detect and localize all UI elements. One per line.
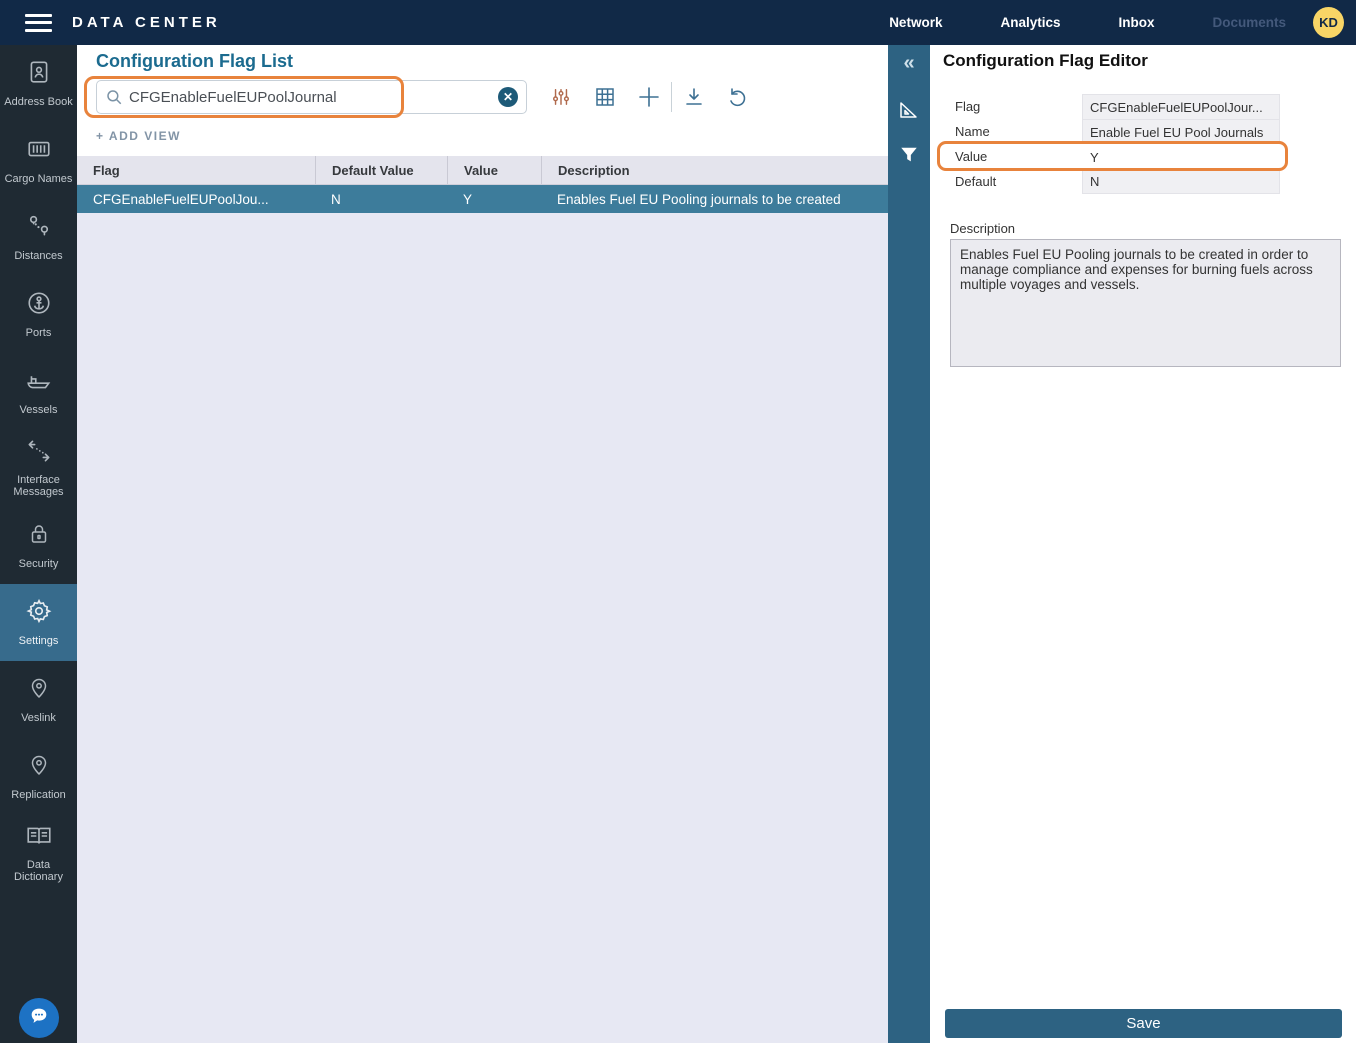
sidebar-item-distances[interactable]: Distances [0,199,77,276]
sidebar-item-label: Distances [3,250,75,262]
sidebar: Address Book Cargo Names Distances Ports [0,45,77,1043]
chat-bubble-button[interactable] [19,998,59,1038]
download-icon[interactable] [672,86,716,108]
description-textarea[interactable]: Enables Fuel EU Pooling journals to be c… [950,239,1341,367]
chat-bubble-icon [28,1005,50,1032]
nav-network[interactable]: Network [889,15,942,30]
table-header-row: Flag Default Value Value Description [77,156,888,185]
field-label: Name [930,124,1082,139]
nav-inbox[interactable]: Inbox [1118,15,1154,30]
top-bar: DATA CENTER Network Analytics Inbox Docu… [0,0,1356,45]
lock-icon [27,521,51,552]
search-box: ✕ [96,80,527,114]
sidebar-item-veslink[interactable]: Veslink [0,661,77,738]
cell-default-value: N [315,185,447,213]
sidebar-item-data-dictionary[interactable]: Data Dictionary [0,815,77,892]
add-view-link[interactable]: + ADD VIEW [96,129,181,143]
column-header-description[interactable]: Description [541,156,888,184]
exchange-arrows-icon [25,439,53,468]
field-row-name: Name Enable Fuel EU Pool Journals [930,119,1356,144]
clear-search-icon[interactable]: ✕ [498,87,518,107]
sidebar-item-label: Veslink [3,712,75,724]
sidebar-item-vessels[interactable]: Vessels [0,353,77,430]
gear-icon [26,598,52,629]
address-book-icon [26,59,52,90]
list-toolbar [539,80,760,114]
nav-analytics[interactable]: Analytics [1000,15,1060,30]
column-header-value[interactable]: Value [447,156,541,184]
search-icon [105,88,123,106]
cargo-container-icon [26,136,52,167]
column-header-default-value[interactable]: Default Value [315,156,447,184]
add-plus-icon[interactable] [627,85,671,109]
search-input[interactable] [129,89,498,106]
undo-icon[interactable] [716,86,760,108]
sidebar-item-ports[interactable]: Ports [0,276,77,353]
table-row[interactable]: CFGEnableFuelEUPoolJou... N Y Enables Fu… [77,185,888,213]
set-square-ruler-icon[interactable] [898,99,920,121]
field-row-default: Default N [930,169,1356,194]
value-field[interactable]: Y [1082,144,1280,169]
default-field: N [1082,169,1280,194]
configuration-flag-editor-panel: Configuration Flag Editor Flag CFGEnable… [930,45,1356,1043]
top-nav: Network Analytics Inbox Documents [889,15,1286,30]
sidebar-item-label: Replication [3,789,75,801]
field-label: Flag [930,99,1082,114]
field-row-flag: Flag CFGEnableFuelEUPoolJour... [930,94,1356,119]
sidebar-item-label: Security [3,558,75,570]
sidebar-item-security[interactable]: Security [0,507,77,584]
open-book-icon [25,824,53,853]
cell-value: Y [447,185,541,213]
list-panel-title: Configuration Flag List [96,51,293,72]
ship-icon [25,367,53,398]
flag-field: CFGEnableFuelEUPoolJour... [1082,94,1280,119]
nav-documents[interactable]: Documents [1212,15,1286,30]
sidebar-item-label: Settings [3,635,75,647]
panel-splitter: « [888,45,930,1043]
sidebar-item-settings[interactable]: Settings [0,584,77,661]
distances-icon [26,213,52,244]
location-pin-icon [27,675,51,706]
save-button[interactable]: Save [945,1009,1342,1038]
sidebar-item-label: Ports [3,327,75,339]
sidebar-item-interface-messages[interactable]: Interface Messages [0,430,77,507]
user-avatar[interactable]: KD [1313,7,1344,38]
field-label: Value [930,149,1082,164]
anchor-icon [26,290,52,321]
filter-sliders-icon[interactable] [539,86,583,108]
name-field: Enable Fuel EU Pool Journals [1082,119,1280,144]
field-row-value: Value Y [930,144,1356,169]
field-label: Default [930,174,1082,189]
sidebar-item-replication[interactable]: Replication [0,738,77,815]
filter-funnel-icon[interactable] [899,145,919,165]
sidebar-item-address-book[interactable]: Address Book [0,45,77,122]
table-grid-icon[interactable] [583,86,627,108]
sidebar-item-label: Cargo Names [3,173,75,185]
flag-table: Flag Default Value Value Description CFG… [77,156,888,1043]
sidebar-item-label: Vessels [3,404,75,416]
sidebar-item-cargo-names[interactable]: Cargo Names [0,122,77,199]
sidebar-item-label: Data Dictionary [3,859,75,883]
editor-fields: Flag CFGEnableFuelEUPoolJour... Name Ena… [930,94,1356,194]
app-title: DATA CENTER [72,14,221,31]
editor-panel-title: Configuration Flag Editor [943,51,1148,71]
hamburger-menu-icon[interactable] [25,14,52,32]
column-header-flag[interactable]: Flag [77,156,315,184]
cell-description: Enables Fuel EU Pooling journals to be c… [541,185,888,213]
sidebar-item-label: Address Book [3,96,75,108]
location-pin-icon [27,752,51,783]
collapse-panel-icon[interactable]: « [903,51,914,75]
configuration-flag-list-panel: Configuration Flag List ✕ [77,45,888,1043]
cell-flag: CFGEnableFuelEUPoolJou... [77,185,315,213]
description-label: Description [950,221,1015,236]
sidebar-item-label: Interface Messages [3,474,75,498]
